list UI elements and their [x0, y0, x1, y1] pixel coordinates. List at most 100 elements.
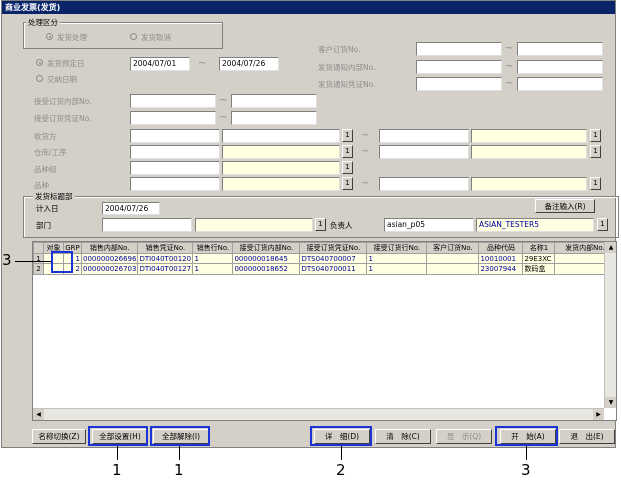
radio-planned-date[interactable]	[36, 59, 43, 66]
table-cell: 1	[192, 253, 234, 264]
consignee-lookup-from[interactable]: 1	[342, 129, 353, 142]
table-cell: 数码盒	[522, 263, 556, 275]
radio-ship[interactable]	[46, 33, 53, 40]
item-code-to[interactable]	[379, 177, 469, 191]
item-group-code[interactable]	[130, 161, 220, 175]
order-internal-to[interactable]	[231, 94, 317, 108]
tilde-o2: ~	[219, 112, 228, 123]
vertical-scrollbar[interactable]: ▲ ▼	[604, 242, 616, 408]
date-to-input[interactable]: 2004/07/26	[219, 57, 279, 71]
table-row[interactable]: 1 1 000000026696 DTI040T00120 1 00000001…	[33, 253, 616, 264]
warehouse-code-from[interactable]	[130, 145, 220, 159]
callout-highlight-deselect-all	[150, 426, 210, 446]
col-header[interactable]: 销售内部No.	[80, 242, 139, 254]
window-title: 商业发票(发货)	[2, 1, 615, 14]
warehouse-lookup-to[interactable]: 1	[590, 145, 601, 158]
name-switch-button[interactable]: 名称切换(Z)	[32, 429, 86, 444]
ship-notice-internal-from[interactable]	[416, 60, 502, 74]
scroll-right-icon[interactable]: ▶	[593, 409, 604, 420]
warehouse-lookup-from[interactable]: 1	[342, 145, 353, 158]
callout-highlight-start	[495, 426, 558, 446]
warehouse-code-to[interactable]	[379, 145, 469, 159]
main-window: 商业发票(发货) 处理区分 发货处理 发货取消 发货预定日 交纳日期 2004/…	[1, 0, 619, 448]
warehouse-name-from[interactable]	[222, 145, 340, 159]
col-header[interactable]: 销售行No.	[192, 242, 234, 254]
display-button[interactable]: 显 示(Q)	[436, 429, 492, 444]
warehouse-label: 仓库/工序	[34, 148, 67, 157]
table-cell: 1	[366, 253, 428, 264]
consignee-name-to[interactable]	[471, 129, 587, 143]
customer-order-from[interactable]	[416, 42, 502, 56]
col-header[interactable]: 品种代码	[478, 242, 524, 254]
manager-name-input[interactable]: ASIAN_TESTER5	[476, 218, 594, 232]
ship-notice-internal-to[interactable]	[517, 60, 603, 74]
consignee-label: 收货方	[34, 132, 57, 141]
order-voucher-from[interactable]	[130, 111, 216, 125]
results-grid[interactable]: 对象 GRP 销售内部No. 销售凭证No. 销售行No. 接受订货内部No. …	[32, 241, 617, 421]
callout-line	[15, 261, 51, 262]
tilde-o1: ~	[219, 95, 228, 106]
dept-code-input[interactable]	[102, 218, 192, 232]
manager-label: 负责人	[330, 221, 353, 230]
order-voucher-to[interactable]	[231, 111, 317, 125]
radio-cancel[interactable]	[130, 33, 137, 40]
entry-date-input[interactable]: 2004/07/26	[102, 202, 160, 215]
table-row[interactable]: 2 2 000000026703 DTI040T00127 1 00000001…	[33, 263, 616, 275]
table-cell: DTI040T00127	[137, 263, 194, 275]
remarks-button[interactable]: 备注输入(R)	[535, 199, 595, 213]
callout-number: 1	[112, 461, 122, 479]
date-from-input[interactable]: 2004/07/01	[130, 57, 190, 71]
scroll-left-icon[interactable]: ◀	[33, 409, 44, 420]
order-internal-from[interactable]	[130, 94, 216, 108]
consignee-code-to[interactable]	[379, 129, 469, 143]
warehouse-name-to[interactable]	[471, 145, 587, 159]
col-header[interactable]: 销售凭证No.	[137, 242, 194, 254]
callout-number: 3	[2, 251, 12, 269]
entry-date-label: 计入日	[36, 204, 59, 213]
ship-notice-voucher-from[interactable]	[416, 77, 502, 91]
col-header[interactable]: 名称1	[522, 242, 556, 254]
order-voucher-label: 接受订货凭证No.	[34, 114, 92, 123]
consignee-name-from[interactable]	[222, 129, 340, 143]
tilde-r1: ~	[505, 43, 514, 54]
tilde-r3: ~	[505, 78, 514, 89]
radio-delivery-date[interactable]	[36, 75, 43, 82]
table-cell: 1	[366, 263, 428, 275]
delivery-date-label: 交纳日期	[47, 75, 77, 84]
manager-code-input[interactable]: asian_p05	[384, 218, 474, 232]
scroll-up-icon[interactable]: ▲	[605, 242, 616, 253]
col-header[interactable]: 接受订货行No.	[366, 242, 428, 254]
consignee-code-from[interactable]	[130, 129, 220, 143]
grid-header-row: 对象 GRP 销售内部No. 销售凭证No. 销售行No. 接受订货内部No. …	[33, 242, 616, 254]
col-header[interactable]: 客户订货No.	[426, 242, 480, 254]
item-label: 品种	[34, 181, 49, 190]
callout-line	[526, 446, 527, 460]
dept-name-input[interactable]	[195, 218, 313, 232]
item-name-to[interactable]	[471, 177, 587, 191]
dept-lookup[interactable]: 1	[315, 218, 326, 231]
item-name-from[interactable]	[222, 177, 340, 191]
exit-button[interactable]: 退 出(E)	[559, 429, 615, 444]
ship-notice-voucher-to[interactable]	[517, 77, 603, 91]
horizontal-scrollbar[interactable]: ◀ ▶	[33, 408, 604, 420]
callout-line	[179, 446, 180, 460]
callout-number: 1	[174, 461, 184, 479]
dept-label: 部门	[36, 221, 51, 230]
col-header[interactable]: 接受订货凭证No.	[299, 242, 368, 254]
item-lookup-to[interactable]: 1	[590, 177, 601, 190]
callout-number: 2	[336, 461, 346, 479]
callout-highlight-select-all	[88, 426, 148, 446]
item-code-from[interactable]	[130, 177, 220, 191]
customer-order-to[interactable]	[517, 42, 603, 56]
results-table: 对象 GRP 销售内部No. 销售凭证No. 销售行No. 接受订货内部No. …	[33, 242, 616, 275]
col-header[interactable]: 接受订货内部No.	[232, 242, 301, 254]
item-group-name[interactable]	[222, 161, 340, 175]
manager-lookup[interactable]: 1	[597, 218, 608, 231]
item-group-lookup[interactable]: 1	[342, 161, 353, 174]
scroll-down-icon[interactable]: ▼	[605, 397, 616, 408]
item-lookup-from[interactable]: 1	[342, 177, 353, 190]
consignee-lookup-to[interactable]: 1	[590, 129, 601, 142]
header-group-label: 发货标题部	[33, 191, 75, 202]
processing-group-label: 处理区分	[26, 17, 60, 28]
clear-button[interactable]: 清 除(C)	[375, 429, 431, 444]
